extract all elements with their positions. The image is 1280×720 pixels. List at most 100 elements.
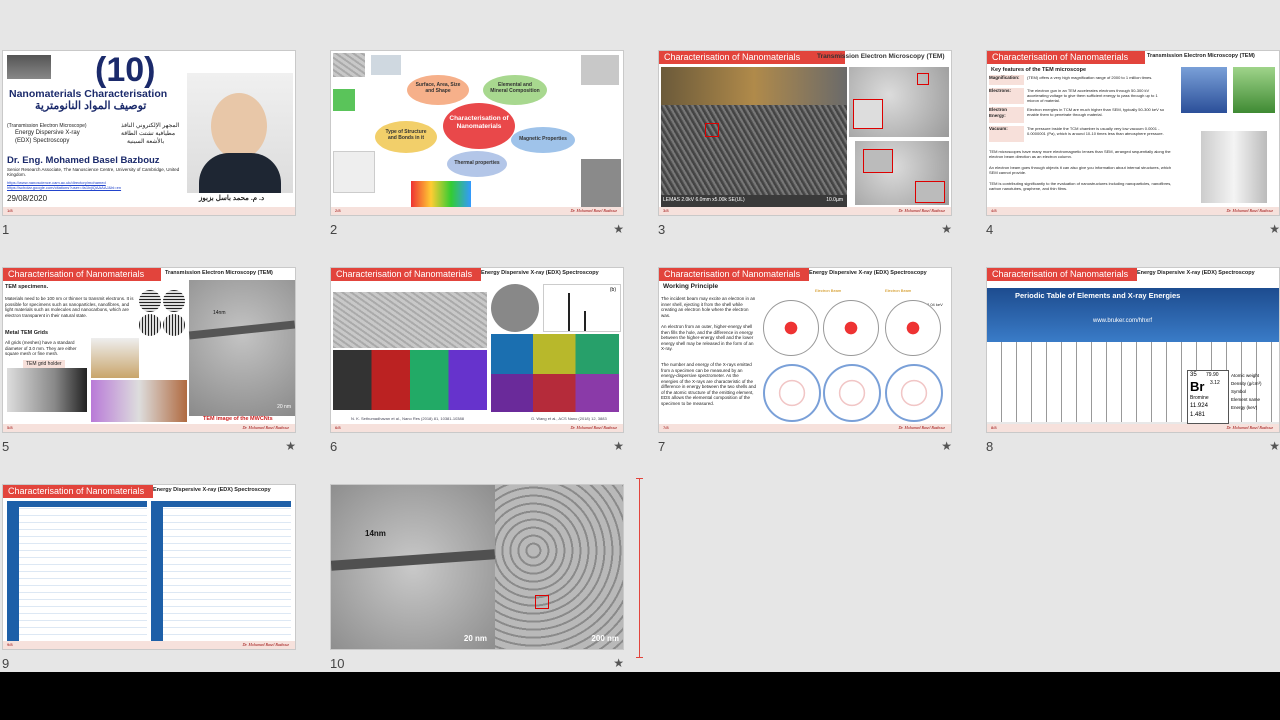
slide-7-animation-icon[interactable]: ★ xyxy=(941,439,952,453)
slide-7-canvas[interactable]: Characterisation of Nanomaterials Energy… xyxy=(658,267,952,433)
slide-5-grid-3 xyxy=(139,314,161,336)
slide-10-nanotube xyxy=(331,549,496,571)
slide-5-grid-4 xyxy=(163,314,185,336)
slide-1-canvas[interactable]: (10) Nanomaterials Characterisation توصي… xyxy=(2,50,296,216)
slide-number-2: 2 xyxy=(330,222,338,237)
slide-3-footer: 3/8 Dr. Mohamed Basel Bazbouz xyxy=(659,207,951,215)
slide-4-footer: 4/8 Dr. Mohamed Basel Bazbouz xyxy=(987,207,1279,215)
slide-1-portrait xyxy=(187,73,293,193)
slide-10-tem-image-left: 14nm 20 nm xyxy=(331,485,496,649)
slide-3-canvas[interactable]: Characterisation of Nanomaterials Transm… xyxy=(658,50,952,216)
slide-5-footer-author: Dr. Mohamed Basel Bazbouz xyxy=(242,425,289,430)
slide-8-footer-author: Dr. Mohamed Basel Bazbouz xyxy=(1226,425,1273,430)
slide-9-footer-author: Dr. Mohamed Basel Bazbouz xyxy=(242,642,289,647)
slide-9-table-left xyxy=(7,501,147,641)
slide-7-footer-author: Dr. Mohamed Basel Bazbouz xyxy=(898,425,945,430)
slide-1-author: Dr. Eng. Mohamed Basel Bazbouz xyxy=(7,155,160,166)
slide-8-url: www.bruker.com/hhxrf xyxy=(1093,318,1153,324)
slide-2-footer: 2/8 Dr. Mohamed Basel Bazbouz xyxy=(331,207,623,215)
slide-8-canvas[interactable]: Characterisation of Nanomaterials Energy… xyxy=(986,267,1280,433)
slide-number-3: 3 xyxy=(658,222,666,237)
slide-5-label-14nm: 14nm xyxy=(213,310,226,316)
slide-9-header: Characterisation of Nanomaterials xyxy=(3,485,153,498)
slide-6-footer: 6/8 Dr. Mohamed Basel Bazbouz xyxy=(331,424,623,432)
slide-8-atomic-weight: 79.90 xyxy=(1206,372,1219,378)
slide-4-row-4-text: The pressure inside the TCM chamber is u… xyxy=(1027,126,1164,136)
slide-1-subtitle-ar2: مطيافية تشتت الطاقة xyxy=(121,131,176,137)
slide-2-bubble-thermal-text: Thermal properties xyxy=(454,160,500,166)
spectrum-peak-2 xyxy=(584,311,586,331)
slide-3-inset-2 xyxy=(863,149,893,173)
slide-5-subheader: Transmission Electron Microscopy (TEM) xyxy=(165,270,273,276)
slide-1-link-2[interactable]: https://scholar.google.com/citations?use… xyxy=(7,185,121,191)
slide-5-holder-label: TEM grid holder xyxy=(23,360,65,368)
slide-4-canvas[interactable]: Characterisation of Nanomaterials Transm… xyxy=(986,50,1280,216)
slide-5-grids-text: All grids (meshes) have a standard diame… xyxy=(5,340,77,356)
slide-10-canvas[interactable]: 14nm 20 nm 200 nm xyxy=(330,484,624,650)
slide-8-ka: 11.924 xyxy=(1190,403,1208,409)
slide-9-page: 9/8 xyxy=(7,642,13,647)
slide-10-scale-1: 20 nm xyxy=(463,634,487,643)
legend-item: Element name xyxy=(1231,397,1261,402)
slide-5-grids: Metal TEM Grids xyxy=(5,330,49,336)
slide-6-edx-maps-left xyxy=(333,350,487,410)
slide-9-canvas[interactable]: Characterisation of Nanomaterials Energy… xyxy=(2,484,296,650)
slide-number-5: 5 xyxy=(2,439,10,454)
slide-5-scale: 20 nm xyxy=(277,404,291,410)
slide-8-element-name: Bromine xyxy=(1190,395,1209,401)
slide-2-animation-icon[interactable]: ★ xyxy=(613,222,624,236)
slide-7-atom-1 xyxy=(763,300,819,356)
slide-8-animation-icon[interactable]: ★ xyxy=(1269,439,1280,453)
slide-5-footer: 5/8 Dr. Mohamed Basel Bazbouz xyxy=(3,424,295,432)
slide-8-atomic-number: 35 xyxy=(1190,372,1197,378)
slide-2-bubble-magnetic: Magnetic Properties xyxy=(511,127,575,153)
slide-2-center-text: Characterisation of Nanomaterials xyxy=(449,115,509,130)
slide-4-animation-icon[interactable]: ★ xyxy=(1269,222,1280,236)
slide-1-logo-image xyxy=(7,55,51,79)
slide-1-subtitle-en3: (EDX) Spectroscopy xyxy=(15,138,70,144)
slide-7-shell-2 xyxy=(823,364,881,422)
slide-7-atom-2 xyxy=(823,300,879,356)
slide-number-8: 8 xyxy=(986,439,994,454)
slide-6-edx-maps-right xyxy=(491,334,619,412)
slide-6-animation-icon[interactable]: ★ xyxy=(613,439,624,453)
slide-5-canvas[interactable]: Characterisation of Nanomaterials Transm… xyxy=(2,267,296,433)
slide-9-subheader: Energy Dispersive X-ray (EDX) Spectrosco… xyxy=(153,487,271,493)
slide-2-image-4 xyxy=(333,89,355,111)
slide-7-paragraph-2: An electron from an outer, higher-energy… xyxy=(661,324,754,351)
slide-7-shell-3 xyxy=(885,364,943,422)
slide-7-beam-label-1: Electron Beam xyxy=(815,288,842,293)
slide-2-bubble-surface-text: Surface, Area, Size and Shape xyxy=(415,82,461,94)
slide-7-paragraph-1: The incident beam may excite an electron… xyxy=(661,296,756,318)
slide-2-canvas[interactable]: Characterisation of Nanomaterials Surfac… xyxy=(330,50,624,216)
slide-2-page: 2/8 xyxy=(335,208,341,213)
slide-3-marker xyxy=(917,73,929,85)
slide-4-footer-author: Dr. Mohamed Basel Bazbouz xyxy=(1226,208,1273,213)
slide-10-animation-icon[interactable]: ★ xyxy=(613,656,624,670)
slide-2-bubble-thermal: Thermal properties xyxy=(447,151,507,177)
slide-9-table-right-header xyxy=(151,501,291,507)
slide-4-row-3-text: Electron energies in TCM are much higher… xyxy=(1027,107,1165,117)
bottom-black-bar xyxy=(0,672,1280,720)
slide-2-bubble-elemental-text: Elemental and Mineral Composition xyxy=(490,82,540,94)
slide-7-paragraph-3: The number and energy of the X-rays emit… xyxy=(661,362,756,406)
slide-10-label-14nm: 14nm xyxy=(365,529,386,538)
slide-3-fiber-image xyxy=(661,105,847,195)
legend-item: Density (g/cm³) xyxy=(1231,381,1262,386)
slide-sorter-view[interactable]: (10) Nanomaterials Characterisation توصي… xyxy=(0,0,1280,672)
slide-3-animation-icon[interactable]: ★ xyxy=(941,222,952,236)
slide-7-footer: 7/8 Dr. Mohamed Basel Bazbouz xyxy=(659,424,951,432)
slide-9-table-left-header xyxy=(7,501,147,507)
slide-2-footer-author: Dr. Mohamed Basel Bazbouz xyxy=(570,208,617,213)
slide-2-bubble-structure-text: Type of Structure and Bonds in it xyxy=(385,129,427,141)
slide-3-sem-caption: LEMAS 2.0kV 6.0mm x5.00k SE(UL) xyxy=(663,197,745,203)
slide-1-page: 1/8 xyxy=(7,208,13,213)
slide-5-animation-icon[interactable]: ★ xyxy=(285,439,296,453)
slide-2-bubble-magnetic-text: Magnetic Properties xyxy=(519,136,567,142)
slide-number-7: 7 xyxy=(658,439,666,454)
slide-number-4: 4 xyxy=(986,222,994,237)
legend-item: Atomic weight xyxy=(1231,373,1260,378)
slide-6-header: Characterisation of Nanomaterials xyxy=(331,268,481,281)
slide-6-canvas[interactable]: Characterisation of Nanomaterials Energy… xyxy=(330,267,624,433)
slide-2-image-3 xyxy=(581,55,619,85)
